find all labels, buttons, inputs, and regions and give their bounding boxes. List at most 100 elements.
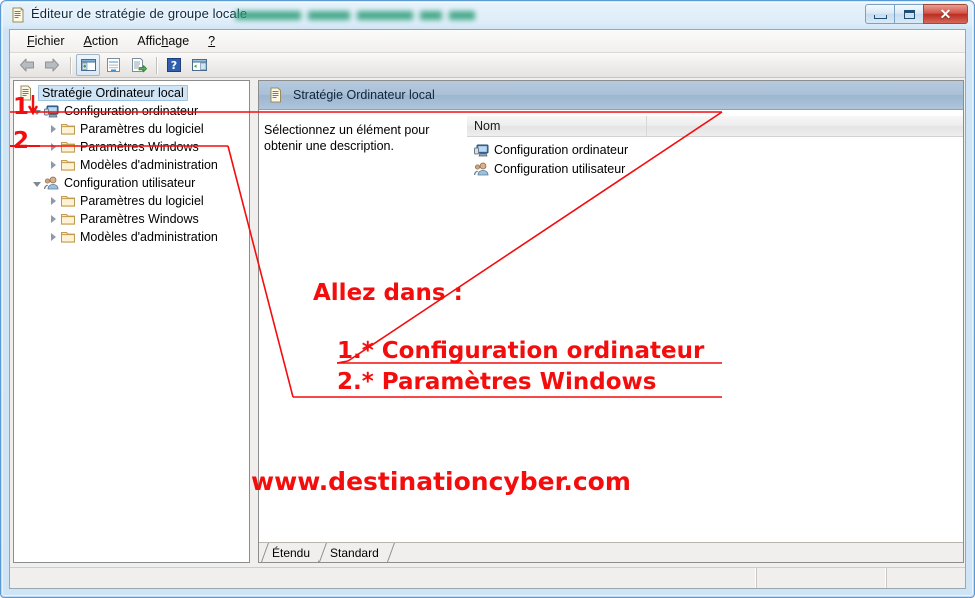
maximize-icon bbox=[903, 9, 915, 19]
maximize-button[interactable] bbox=[894, 4, 923, 24]
help-icon: ? bbox=[167, 58, 181, 72]
export-list-icon bbox=[131, 58, 147, 73]
application-window: Éditeur de stratégie de groupe locale ✕ bbox=[0, 0, 975, 598]
show-pane-icon bbox=[191, 59, 207, 71]
column-header-empty[interactable] bbox=[647, 116, 963, 136]
tree-root: Stratégie Ordinateur local Configuration… bbox=[14, 81, 249, 246]
list-view-body: Configuration ordinateur Configuration u… bbox=[467, 137, 963, 178]
expander-collapsed-icon[interactable] bbox=[44, 211, 60, 227]
window-controls: ✕ bbox=[865, 4, 968, 25]
folder-icon bbox=[61, 196, 75, 207]
title-bar[interactable]: Éditeur de stratégie de groupe locale ✕ bbox=[2, 2, 973, 29]
status-pane-2 bbox=[757, 568, 888, 588]
policy-document-icon bbox=[12, 7, 24, 23]
list-view[interactable]: Nom Configuration ordinateur Configurati… bbox=[467, 116, 963, 562]
tree-item-label: Modèles d'administration bbox=[80, 158, 218, 172]
tree-item-label: Paramètres du logiciel bbox=[80, 194, 204, 208]
console-tree-icon bbox=[80, 59, 96, 71]
menu-fichier[interactable]: Fichier bbox=[18, 32, 75, 50]
tree-item-local-computer-policy[interactable]: Stratégie Ordinateur local bbox=[14, 84, 249, 102]
toolbar-separator bbox=[70, 56, 71, 74]
status-bar bbox=[10, 567, 965, 588]
arrow-left-icon bbox=[20, 58, 34, 72]
computer-icon bbox=[474, 144, 489, 156]
list-item-label: Configuration utilisateur bbox=[494, 161, 626, 176]
close-button[interactable]: ✕ bbox=[923, 4, 968, 24]
view-tabs: Étendu Standard bbox=[259, 542, 963, 562]
show-hide-tree-button[interactable] bbox=[76, 54, 100, 76]
minimize-icon bbox=[873, 14, 887, 19]
close-icon: ✕ bbox=[939, 6, 952, 22]
folder-icon bbox=[61, 232, 75, 243]
list-item-computer-configuration[interactable]: Configuration ordinateur bbox=[467, 140, 963, 159]
folder-icon bbox=[61, 142, 75, 153]
arrow-right-icon bbox=[45, 58, 59, 72]
tab-standard[interactable]: Standard bbox=[319, 543, 388, 562]
forward-button[interactable] bbox=[40, 54, 64, 76]
folder-icon bbox=[61, 160, 75, 171]
pane-splitter[interactable] bbox=[250, 80, 258, 563]
computer-icon bbox=[44, 105, 59, 118]
expander-collapsed-icon[interactable] bbox=[44, 121, 60, 137]
export-list-button[interactable] bbox=[126, 54, 150, 76]
svg-text:?: ? bbox=[171, 59, 177, 72]
expander-expanded-icon[interactable] bbox=[28, 175, 44, 191]
description-text: Sélectionnez un élément pour obtenir une… bbox=[264, 123, 430, 153]
properties-button[interactable] bbox=[101, 54, 125, 76]
column-header-label: Nom bbox=[474, 119, 501, 133]
folder-icon bbox=[61, 124, 75, 135]
expander-collapsed-icon[interactable] bbox=[44, 157, 60, 173]
tree-item-label: Configuration ordinateur bbox=[64, 104, 199, 118]
tree-item-computer-configuration[interactable]: Configuration ordinateur bbox=[14, 102, 249, 120]
tree-item-user-software-settings[interactable]: Paramètres du logiciel bbox=[14, 192, 249, 210]
details-header: Stratégie Ordinateur local bbox=[259, 81, 963, 110]
tree-item-user-configuration[interactable]: Configuration utilisateur bbox=[14, 174, 249, 192]
status-pane-1 bbox=[10, 568, 758, 588]
user-icon bbox=[474, 162, 489, 175]
redacted-title-suffix bbox=[235, 8, 481, 22]
expander-collapsed-icon[interactable] bbox=[44, 139, 60, 155]
tree-item-label: Stratégie Ordinateur local bbox=[38, 85, 188, 101]
expander-collapsed-icon[interactable] bbox=[44, 229, 60, 245]
details-body: Sélectionnez un élément pour obtenir une… bbox=[259, 110, 963, 562]
policy-document-icon bbox=[270, 87, 281, 102]
list-item-label: Configuration ordinateur bbox=[494, 142, 629, 157]
folder-icon bbox=[61, 214, 75, 225]
tree-item-user-windows-settings[interactable]: Paramètres Windows bbox=[14, 210, 249, 228]
tab-label: Standard bbox=[330, 545, 379, 560]
tree-item-label: Paramètres Windows bbox=[80, 140, 199, 154]
list-item-user-configuration[interactable]: Configuration utilisateur bbox=[467, 159, 963, 178]
menu-aide[interactable]: ? bbox=[199, 32, 225, 50]
menu-action[interactable]: Action bbox=[75, 32, 129, 50]
status-pane-3 bbox=[887, 568, 965, 588]
back-button[interactable] bbox=[15, 54, 39, 76]
tab-etendu[interactable]: Étendu bbox=[261, 543, 320, 562]
column-header-nom[interactable]: Nom bbox=[467, 116, 647, 136]
details-header-title: Stratégie Ordinateur local bbox=[293, 88, 435, 102]
details-pane: Stratégie Ordinateur local Sélectionnez … bbox=[258, 80, 964, 563]
tree-item-user-administrative-templates[interactable]: Modèles d'administration bbox=[14, 228, 249, 246]
policy-document-icon bbox=[20, 85, 31, 101]
tree-item-computer-administrative-templates[interactable]: Modèles d'administration bbox=[14, 156, 249, 174]
minimize-button[interactable] bbox=[865, 4, 894, 24]
toolbar: ? bbox=[10, 53, 965, 78]
list-view-header: Nom bbox=[467, 116, 963, 137]
window-frame: Éditeur de stratégie de groupe locale ✕ bbox=[2, 2, 973, 596]
show-pane-button[interactable] bbox=[187, 54, 211, 76]
console-tree-pane[interactable]: Stratégie Ordinateur local Configuration… bbox=[13, 80, 250, 563]
tree-item-computer-software-settings[interactable]: Paramètres du logiciel bbox=[14, 120, 249, 138]
tree-item-label: Configuration utilisateur bbox=[64, 176, 196, 190]
client-area: Fichier Action Affichage ? ? Stratégie O… bbox=[9, 29, 966, 589]
menu-affichage[interactable]: Affichage bbox=[128, 32, 199, 50]
expander-collapsed-icon[interactable] bbox=[44, 193, 60, 209]
expander-expanded-icon[interactable] bbox=[28, 103, 44, 119]
user-icon bbox=[44, 176, 59, 190]
help-button[interactable]: ? bbox=[162, 54, 186, 76]
toolbar-separator-2 bbox=[156, 56, 157, 74]
tab-label: Étendu bbox=[272, 545, 311, 560]
properties-icon bbox=[106, 58, 120, 72]
panes-container: Stratégie Ordinateur local Configuration… bbox=[10, 78, 965, 567]
tree-item-label: Paramètres du logiciel bbox=[80, 122, 204, 136]
tree-item-computer-windows-settings[interactable]: Paramètres Windows bbox=[14, 138, 249, 156]
tree-item-label: Modèles d'administration bbox=[80, 230, 218, 244]
